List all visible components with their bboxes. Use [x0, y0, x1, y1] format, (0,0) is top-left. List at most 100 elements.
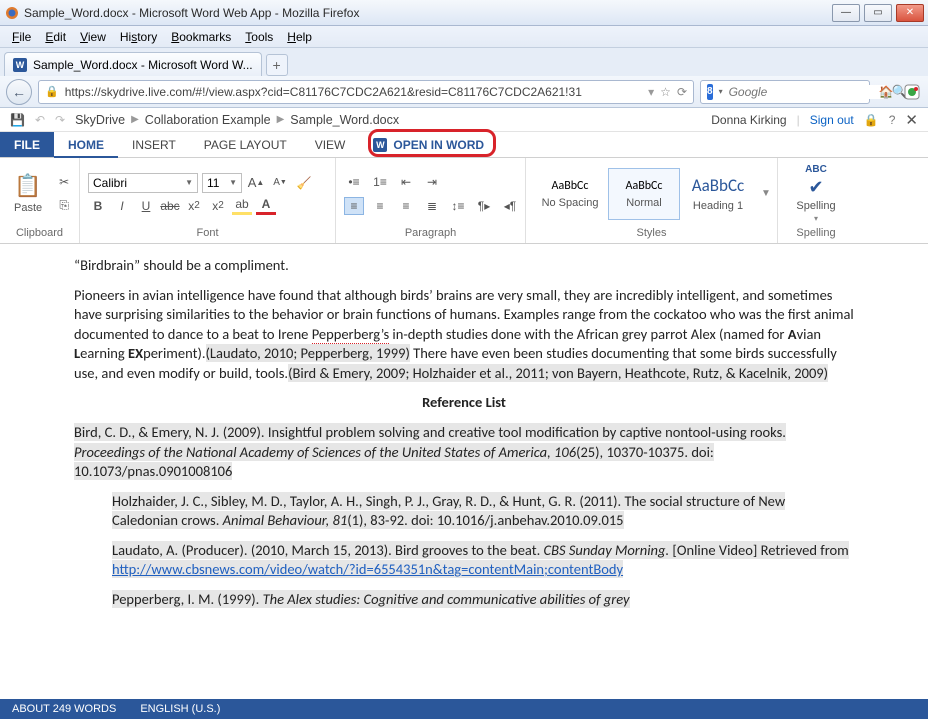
- menu-help[interactable]: Help: [281, 28, 318, 46]
- clipboard-icon: 📋: [14, 173, 41, 199]
- firefox-menubar: File Edit View History Bookmarks Tools H…: [0, 26, 928, 48]
- grow-font-icon[interactable]: A▲: [246, 174, 266, 192]
- chevron-right-icon: ▶: [277, 114, 285, 125]
- chevron-right-icon: ▶: [131, 114, 139, 125]
- align-right-icon[interactable]: ≡: [396, 197, 416, 215]
- tab-insert[interactable]: INSERT: [118, 132, 190, 157]
- underline-icon[interactable]: U: [136, 197, 156, 215]
- reference-link[interactable]: http://www.cbsnews.com/video/watch/?id=6…: [112, 560, 623, 578]
- tab-page-layout[interactable]: PAGE LAYOUT: [190, 132, 301, 157]
- reference-entry[interactable]: Holzhaider, J. C., Sibley, M. D., Taylor…: [112, 492, 854, 531]
- crumb-folder[interactable]: Collaboration Example: [145, 113, 271, 127]
- bookmark-star-icon[interactable]: ☆: [660, 85, 671, 99]
- align-center-icon[interactable]: ≡: [370, 197, 390, 215]
- paragraph[interactable]: Pioneers in avian intelligence have foun…: [74, 286, 854, 384]
- account-icon[interactable]: 🔒: [864, 113, 879, 127]
- tab-file[interactable]: FILE: [0, 132, 54, 157]
- italic-icon[interactable]: I: [112, 197, 132, 215]
- font-name-combo[interactable]: Calibri▼: [88, 173, 198, 193]
- reload-icon[interactable]: ⟳: [677, 85, 687, 99]
- undo-icon[interactable]: ↶: [35, 113, 45, 127]
- cut-icon[interactable]: ✂: [54, 173, 74, 191]
- line-spacing-icon[interactable]: ↕≡: [448, 197, 468, 215]
- url-bar[interactable]: 🔒 ▾ ☆ ⟳: [38, 80, 694, 104]
- align-left-icon[interactable]: ≡: [344, 197, 364, 215]
- open-in-word-button[interactable]: W OPEN IN WORD: [359, 132, 498, 157]
- close-icon[interactable]: ✕: [905, 111, 918, 129]
- menu-edit[interactable]: Edit: [39, 28, 72, 46]
- document-scroll-area[interactable]: “Birdbrain” should be a compliment. Pion…: [0, 244, 928, 699]
- spelling-label: Spelling: [796, 200, 835, 212]
- language-status[interactable]: ENGLISH (U.S.): [140, 703, 220, 715]
- highlight-icon[interactable]: ab: [232, 197, 252, 215]
- tab-label: Sample_Word.docx - Microsoft Word W...: [33, 58, 253, 72]
- bold-icon[interactable]: B: [88, 197, 108, 215]
- firefox-icon: [4, 5, 20, 21]
- reference-entry[interactable]: Bird, C. D., & Emery, N. J. (2009). Insi…: [74, 423, 854, 482]
- clear-format-icon[interactable]: 🧹: [294, 174, 314, 192]
- numbering-icon[interactable]: 1≡: [370, 173, 390, 191]
- addon-icon[interactable]: [902, 82, 922, 102]
- word-count[interactable]: ABOUT 249 WORDS: [12, 703, 116, 715]
- search-bar[interactable]: 8 ▾ 🔍: [700, 80, 870, 104]
- tab-home[interactable]: HOME: [54, 132, 118, 157]
- subscript-icon[interactable]: x2: [184, 197, 204, 215]
- reference-heading[interactable]: Reference List: [74, 393, 854, 413]
- ltr-icon[interactable]: ¶▸: [474, 197, 494, 215]
- document-page: “Birdbrain” should be a compliment. Pion…: [74, 244, 854, 659]
- spelling-button[interactable]: ABC ✔ Spelling ▾: [796, 164, 835, 223]
- breadcrumb: SkyDrive ▶ Collaboration Example ▶ Sampl…: [75, 113, 399, 127]
- menu-view[interactable]: View: [74, 28, 112, 46]
- tab-view[interactable]: VIEW: [301, 132, 360, 157]
- group-spelling-label: Spelling: [786, 225, 846, 241]
- new-tab-button[interactable]: +: [266, 54, 288, 76]
- menu-file[interactable]: File: [6, 28, 37, 46]
- copy-icon[interactable]: ⎘: [54, 197, 74, 215]
- browser-tab[interactable]: W Sample_Word.docx - Microsoft Word W...: [4, 52, 262, 76]
- paste-button[interactable]: 📋 Paste: [8, 171, 48, 216]
- svg-text:W: W: [16, 60, 25, 70]
- menu-tools[interactable]: Tools: [239, 28, 279, 46]
- paragraph[interactable]: “Birdbrain” should be a compliment.: [74, 256, 854, 276]
- shrink-font-icon[interactable]: A▼: [270, 174, 290, 192]
- indent-icon[interactable]: ⇥: [422, 173, 442, 191]
- url-input[interactable]: [65, 85, 642, 99]
- firefox-tabbar: W Sample_Word.docx - Microsoft Word W...…: [0, 48, 928, 76]
- font-size-combo[interactable]: 11▼: [202, 173, 242, 193]
- search-input[interactable]: [729, 85, 886, 99]
- bullets-icon[interactable]: •≡: [344, 173, 364, 191]
- menu-history[interactable]: History: [114, 28, 163, 46]
- rss-icon[interactable]: ▾: [648, 85, 654, 99]
- close-button[interactable]: ✕: [896, 4, 924, 22]
- outdent-icon[interactable]: ⇤: [396, 173, 416, 191]
- sign-out-link[interactable]: Sign out: [810, 113, 854, 127]
- styles-more-icon[interactable]: ▼: [756, 185, 776, 203]
- citation: (Laudato, 2010; Pepperberg, 1999): [206, 344, 410, 362]
- help-icon[interactable]: ?: [889, 113, 896, 127]
- style-no-spacing[interactable]: AaBbCc No Spacing: [534, 168, 606, 220]
- minimize-button[interactable]: —: [832, 4, 860, 22]
- align-justify-icon[interactable]: ≣: [422, 197, 442, 215]
- strikethrough-icon[interactable]: abc: [160, 197, 180, 215]
- home-icon[interactable]: 🏠: [876, 82, 896, 102]
- font-size-value: 11: [207, 176, 219, 190]
- rtl-icon[interactable]: ◂¶: [500, 197, 520, 215]
- menu-bookmarks[interactable]: Bookmarks: [165, 28, 237, 46]
- reference-entry[interactable]: Laudato, A. (Producer). (2010, March 15,…: [112, 541, 854, 580]
- save-icon[interactable]: 💾: [10, 113, 25, 127]
- superscript-icon[interactable]: x2: [208, 197, 228, 215]
- back-button[interactable]: ←: [6, 79, 32, 105]
- reference-entry[interactable]: Pepperberg, I. M. (1999). The Alex studi…: [112, 590, 854, 610]
- font-color-icon[interactable]: A: [256, 197, 276, 215]
- search-engine-icon[interactable]: 8: [707, 84, 713, 100]
- ribbon-tabstrip: FILE HOME INSERT PAGE LAYOUT VIEW W OPEN…: [0, 132, 928, 158]
- style-normal[interactable]: AaBbCc Normal: [608, 168, 680, 220]
- firefox-navbar: ← 🔒 ▾ ☆ ⟳ 8 ▾ 🔍 🏠: [0, 76, 928, 108]
- maximize-button[interactable]: ▭: [864, 4, 892, 22]
- group-font-label: Font: [88, 225, 327, 241]
- word-icon: W: [13, 58, 27, 72]
- crumb-file[interactable]: Sample_Word.docx: [290, 113, 399, 127]
- crumb-skydrive[interactable]: SkyDrive: [75, 113, 125, 127]
- style-heading-1[interactable]: AaBbCc Heading 1: [682, 168, 754, 220]
- redo-icon[interactable]: ↷: [55, 113, 65, 127]
